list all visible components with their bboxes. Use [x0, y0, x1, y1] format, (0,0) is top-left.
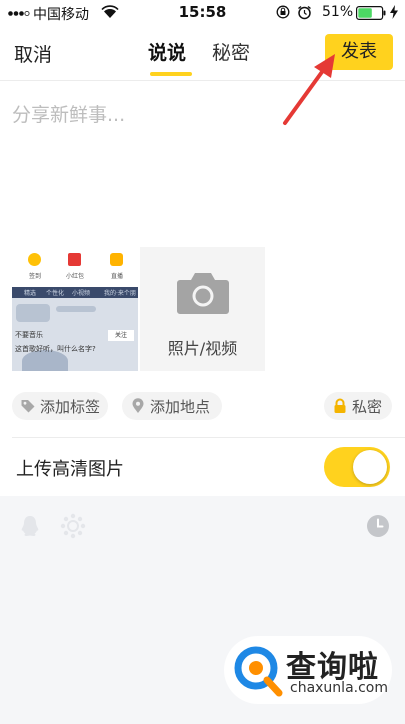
status-bar: 中国移动 15:58 51%	[0, 0, 405, 26]
thumb-label: 签到	[28, 273, 41, 280]
tab-secret[interactable]: 秘密	[212, 38, 250, 65]
thumb-nav-item: 个性化	[46, 290, 65, 297]
battery-icon	[356, 6, 386, 20]
add-location-label: 添加地点	[150, 398, 211, 416]
privacy-label: 私密	[352, 398, 383, 416]
upload-hd-label: 上传高清图片	[16, 459, 124, 480]
qq-penguin-icon[interactable]	[18, 514, 42, 538]
camera-icon	[177, 273, 229, 314]
watermark: 查询啦 chaxunla.com	[224, 636, 392, 704]
orientation-lock-icon	[276, 5, 290, 19]
thumb-label: 小红包	[65, 273, 84, 280]
live-icon	[110, 253, 123, 266]
thumb-nav-item: 精选	[24, 290, 37, 297]
privacy-button[interactable]: 私密	[324, 392, 392, 420]
toggle-knob	[353, 450, 387, 484]
battery-percent: 51%	[322, 4, 354, 20]
watermark-logo-icon	[234, 646, 283, 697]
upload-hd-toggle[interactable]	[324, 447, 390, 487]
checkin-icon	[28, 253, 41, 266]
charging-icon	[390, 5, 398, 19]
photo-video-label: 照片/视频	[167, 339, 238, 358]
add-tag-button[interactable]: 添加标签	[12, 392, 108, 420]
alarm-icon	[298, 5, 311, 20]
thumb-label: 直播	[110, 273, 123, 280]
lock-icon	[334, 398, 346, 413]
timer-icon[interactable]	[366, 514, 390, 538]
watermark-subtitle: chaxunla.com	[290, 680, 388, 696]
thumb-nav-bar: 精选 个性化 小视频 我的·来个朋友	[12, 287, 138, 306]
thumb-top-bar: 签到 小红包 直播	[12, 247, 138, 287]
selected-image-thumbnail[interactable]: 签到 小红包 直播 精选 个性化 小视频 我的·来个朋友 不要音乐 这首歌好听，…	[12, 247, 138, 371]
emoji-sparkle-icon[interactable]	[60, 513, 86, 539]
add-location-button[interactable]: 添加地点	[122, 392, 222, 420]
add-tag-label: 添加标签	[40, 398, 101, 416]
location-pin-icon	[132, 398, 144, 413]
thumb-subtitle: 这首歌好听，叫什么名字?	[15, 345, 96, 353]
section-divider	[12, 437, 405, 438]
tag-icon	[21, 400, 35, 413]
compose-input[interactable]	[12, 100, 392, 230]
thumb-avatar	[16, 304, 50, 322]
thumb-title: 不要音乐	[15, 331, 43, 339]
active-tab-indicator	[150, 72, 192, 76]
red-packet-icon	[68, 253, 81, 266]
cancel-button[interactable]: 取消	[14, 40, 52, 67]
thumb-line	[56, 306, 96, 312]
add-photo-video-button[interactable]: 照片/视频	[140, 247, 265, 371]
tab-shuoshuo[interactable]: 说说	[148, 38, 186, 65]
thumb-follow: 关注	[108, 330, 134, 341]
thumb-nav-item: 小视频	[72, 290, 91, 297]
